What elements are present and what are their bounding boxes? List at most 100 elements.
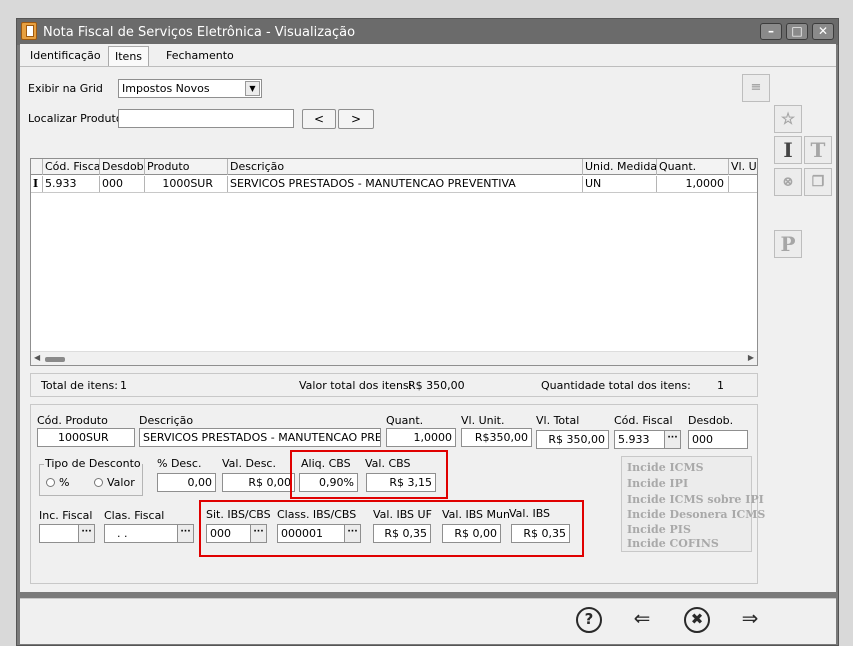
incide-box: Incide ICMS Incide IPI Incide ICMS sobre…	[621, 456, 765, 552]
search-label: Localizar Produto	[28, 112, 123, 125]
ibs-highlight-box	[199, 500, 584, 557]
tab-identificacao[interactable]: Identificação	[24, 46, 107, 66]
scroll-left-icon[interactable]: ◀	[34, 353, 40, 362]
insert-button[interactable]: I	[774, 136, 802, 164]
perc-desc-label: % Desc.	[157, 457, 202, 470]
col-header-quant[interactable]: Quant.	[657, 159, 729, 175]
clas-fiscal-field[interactable]: . . ···	[104, 524, 194, 543]
inc-fiscal-lookup-button[interactable]: ···	[78, 525, 94, 542]
tab-fechamento[interactable]: Fechamento	[160, 46, 240, 66]
incide-icms: Incide ICMS	[627, 461, 704, 474]
app-icon	[21, 22, 37, 40]
grid-select-label: Exibir na Grid	[28, 82, 103, 95]
vl-unit-field[interactable]: R$350,00	[461, 428, 532, 447]
close-button[interactable]: ✕	[812, 23, 834, 40]
quant-field[interactable]: 1,0000	[386, 428, 456, 447]
radio-icon	[94, 478, 103, 487]
total-items-value: 1	[120, 379, 127, 392]
cod-fiscal-label: Cód. Fiscal	[614, 414, 673, 427]
cell-desdob: 000	[100, 176, 145, 192]
row-indicator: I	[31, 176, 43, 192]
items-grid[interactable]: Cód. Fiscal Desdob. Produto Descrição Un…	[30, 158, 758, 366]
descricao-field[interactable]: SERVICOS PRESTADOS - MANUTENCAO PREVENT	[139, 428, 381, 447]
inc-fiscal-field[interactable]: ···	[39, 524, 95, 543]
perc-desc-field[interactable]: 0,00	[157, 473, 216, 492]
cell-produto: 1000SUR	[145, 176, 228, 192]
desdob-label: Desdob.	[688, 414, 734, 427]
discount-type-group: Tipo de Desconto % Valor	[39, 457, 143, 496]
col-header-cod-fiscal[interactable]: Cód. Fiscal	[43, 159, 100, 175]
p-button[interactable]: P	[774, 230, 802, 258]
cod-fiscal-field[interactable]: 5.933 ···	[614, 430, 681, 449]
quant-label: Quant.	[386, 414, 424, 427]
cell-descricao: SERVICOS PRESTADOS - MANUTENCAO PREVENTI…	[228, 176, 583, 192]
grid-header: Cód. Fiscal Desdob. Produto Descrição Un…	[31, 159, 757, 175]
search-prev-button[interactable]: <	[302, 109, 336, 129]
star-icon[interactable]: ☆	[774, 105, 802, 133]
total-items-label: Total de itens:	[41, 379, 118, 392]
incide-ipi: Incide IPI	[627, 477, 689, 490]
discount-percent-label: %	[59, 476, 70, 489]
footer-toolbar: ? ⇐ ✖ ⇒	[20, 598, 836, 644]
maximize-button[interactable]: □	[786, 23, 808, 40]
incide-pis: Incide PIS	[627, 523, 691, 536]
val-desc-field[interactable]: R$ 0,00	[222, 473, 295, 492]
vl-unit-label: Vl. Unit.	[461, 414, 505, 427]
discount-value-label: Valor	[107, 476, 135, 489]
vl-total-label: Vl. Total	[536, 414, 580, 427]
discount-type-legend: Tipo de Desconto	[44, 457, 142, 470]
tab-itens[interactable]: Itens	[108, 46, 150, 66]
col-header-unid-medida[interactable]: Unid. Medida	[583, 159, 657, 175]
col-header-descricao[interactable]: Descrição	[228, 159, 583, 175]
col-header-produto[interactable]: Produto	[145, 159, 228, 175]
help-button[interactable]: ?	[576, 607, 602, 633]
cbs-highlight-box	[290, 450, 448, 499]
total-value-label: Valor total dos itens:	[299, 379, 413, 392]
incide-icms-ipi: Incide ICMS sobre IPI	[627, 493, 764, 506]
col-header-desdob[interactable]: Desdob.	[100, 159, 145, 175]
copy-doc-icon[interactable]: ❐	[804, 168, 832, 196]
table-row[interactable]: I 5.933 000 1000SUR SERVICOS PRESTADOS -…	[31, 176, 757, 193]
total-value-value: R$ 350,00	[408, 379, 465, 392]
cod-produto-label: Cód. Produto	[37, 414, 108, 427]
cod-fiscal-value: 5.933	[618, 433, 650, 446]
discount-percent-radio[interactable]: %	[46, 476, 69, 489]
scroll-right-icon[interactable]: ▶	[748, 353, 754, 362]
window-title: Nota Fiscal de Serviços Eletrônica - Vis…	[43, 25, 356, 40]
tab-divider	[20, 66, 836, 67]
horizontal-scrollbar[interactable]: ◀ ▶	[31, 351, 757, 365]
back-arrow-icon[interactable]: ⇐	[629, 606, 655, 632]
search-input[interactable]	[118, 109, 294, 128]
discount-value-radio[interactable]: Valor	[94, 476, 135, 489]
cell-cod-fiscal: 5.933	[43, 176, 100, 192]
desdob-field[interactable]: 000	[688, 430, 748, 449]
grid-view-select[interactable]: Impostos Novos ▼	[118, 79, 262, 98]
clas-fiscal-label: Clas. Fiscal	[104, 509, 165, 522]
text-button[interactable]: T	[804, 136, 832, 164]
delete-doc-icon[interactable]: ⊗	[774, 168, 802, 196]
checklist-icon[interactable]: ≡	[742, 74, 770, 102]
title-bar: Nota Fiscal de Serviços Eletrônica - Vis…	[17, 19, 838, 45]
chevron-down-icon[interactable]: ▼	[245, 81, 260, 96]
search-next-button[interactable]: >	[338, 109, 374, 129]
item-detail-panel: Cód. Produto 1000SUR Descrição SERVICOS …	[30, 404, 765, 584]
next-arrow-icon[interactable]: ⇒	[737, 606, 763, 632]
val-desc-label: Val. Desc.	[222, 457, 276, 470]
minimize-button[interactable]: –	[760, 23, 782, 40]
descricao-label: Descrição	[139, 414, 194, 427]
cell-vl-unit: R	[729, 176, 757, 192]
incide-desonera-icms: Incide Desonera ICMS	[627, 508, 766, 521]
client-area: Identificação Itens Fechamento Exibir na…	[20, 44, 836, 592]
scrollbar-thumb[interactable]	[45, 357, 65, 362]
cancel-button[interactable]: ✖	[684, 607, 710, 633]
col-header-vl-unit[interactable]: Vl. Ur	[729, 159, 757, 175]
radio-icon	[46, 478, 55, 487]
vl-total-field: R$ 350,00	[536, 430, 609, 449]
total-qty-value: 1	[717, 379, 724, 392]
cod-produto-field[interactable]: 1000SUR	[37, 428, 135, 447]
grid-header-corner	[31, 159, 43, 175]
cod-fiscal-lookup-button[interactable]: ···	[664, 431, 680, 448]
cell-unid-medida: UN	[583, 176, 657, 192]
clas-fiscal-lookup-button[interactable]: ···	[177, 525, 193, 542]
clas-fiscal-value: . .	[117, 527, 128, 540]
